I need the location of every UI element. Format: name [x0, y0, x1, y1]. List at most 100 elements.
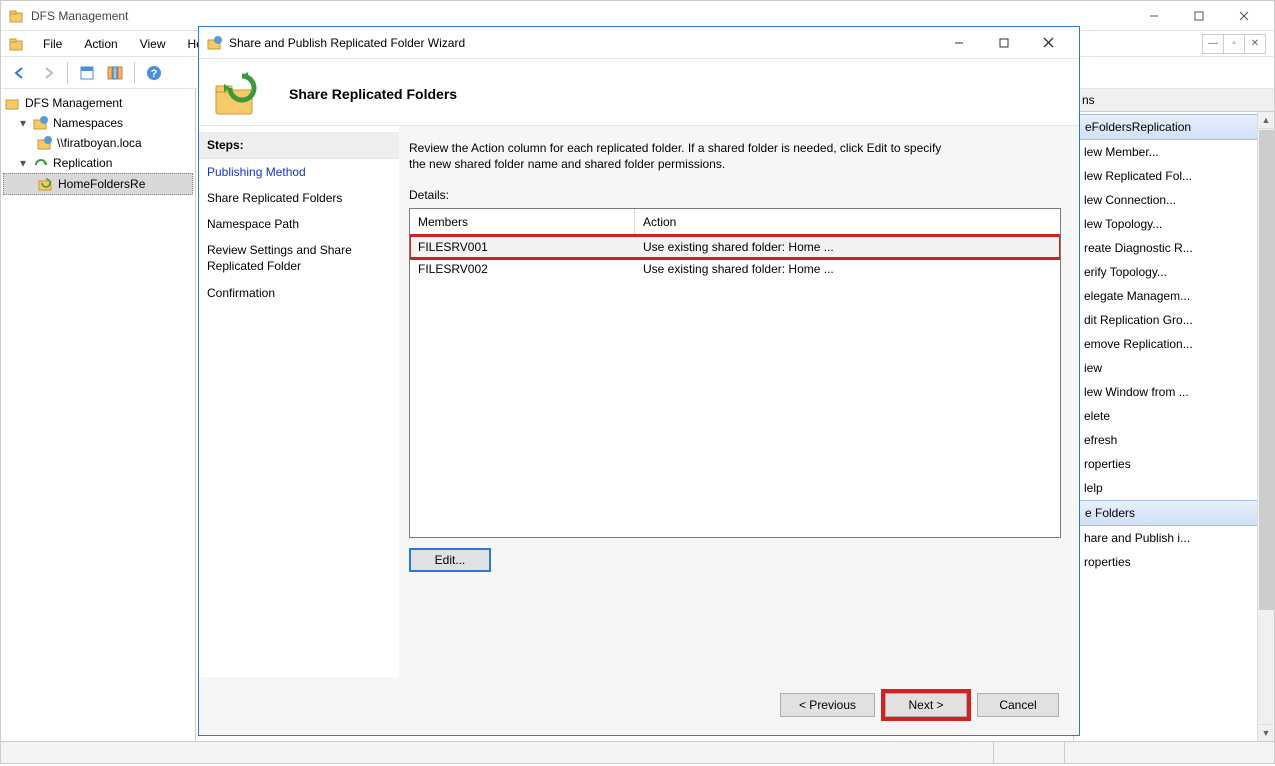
mdi-close[interactable]: ✕: [1244, 34, 1266, 54]
actions-header: ns: [1074, 89, 1274, 112]
dfs-icon-small: [9, 36, 25, 52]
action-section-replication[interactable]: eFoldersReplication ▴: [1076, 114, 1272, 140]
wizard-maximize-button[interactable]: [981, 29, 1026, 57]
separator: [134, 62, 135, 84]
caret-down-icon[interactable]: ▾: [17, 156, 29, 170]
action-properties-2[interactable]: roperties: [1076, 550, 1272, 574]
action-verify-topology[interactable]: erify Topology...: [1076, 260, 1272, 284]
columns-icon[interactable]: [102, 61, 128, 85]
edit-button[interactable]: Edit...: [409, 548, 491, 572]
action-delegate-management[interactable]: elegate Managem...: [1076, 284, 1272, 308]
tree-replication-item-label: HomeFoldersRe: [58, 177, 145, 191]
wizard-heading: Share Replicated Folders: [289, 86, 457, 102]
actions-pane: ns eFoldersReplication ▴ lew Member... l…: [1074, 89, 1274, 741]
help-icon[interactable]: ?: [141, 61, 167, 85]
tree-pane[interactable]: DFS Management ▾ Namespaces \\firatboyan…: [1, 89, 196, 741]
action-section2-label: e Folders: [1085, 506, 1135, 520]
step-namespace-path[interactable]: Namespace Path: [199, 211, 399, 237]
forward-button[interactable]: [35, 61, 61, 85]
cell-action: Use existing shared folder: Home ...: [635, 236, 1060, 258]
cell-member: FILESRV001: [410, 236, 635, 258]
maximize-button[interactable]: [1176, 2, 1221, 30]
col-action[interactable]: Action: [635, 209, 1060, 235]
tree-namespace-item[interactable]: \\firatboyan.loca: [3, 133, 193, 153]
action-create-diagnostic[interactable]: reate Diagnostic R...: [1076, 236, 1272, 260]
tree-replication[interactable]: ▾ Replication: [3, 153, 193, 173]
mdi-minimize[interactable]: —: [1202, 34, 1224, 54]
scroll-up-icon[interactable]: ▲: [1258, 112, 1274, 129]
wizard-content: Review the Action column for each replic…: [399, 126, 1079, 677]
wizard-icon: [207, 35, 223, 51]
tree-root[interactable]: DFS Management: [3, 93, 193, 113]
tree-root-label: DFS Management: [25, 96, 122, 110]
caret-down-icon[interactable]: ▾: [17, 116, 29, 130]
action-new-member[interactable]: lew Member...: [1076, 140, 1272, 164]
wizard-buttons: < Previous Next > Cancel: [199, 677, 1079, 735]
previous-button[interactable]: < Previous: [780, 693, 875, 717]
tree-replication-label: Replication: [53, 156, 112, 170]
action-new-window[interactable]: lew Window from ...: [1076, 380, 1272, 404]
tree-namespaces[interactable]: ▾ Namespaces: [3, 113, 193, 133]
properties-icon[interactable]: [74, 61, 100, 85]
cell-member: FILESRV002: [410, 258, 635, 280]
wizard-steps: Steps: Publishing Method Share Replicate…: [199, 126, 399, 677]
cancel-button[interactable]: Cancel: [977, 693, 1059, 717]
scroll-down-icon[interactable]: ▼: [1258, 724, 1274, 741]
step-publishing-method[interactable]: Publishing Method: [199, 159, 399, 185]
dfs-icon: [9, 8, 25, 24]
wizard-body: Steps: Publishing Method Share Replicate…: [199, 126, 1079, 677]
cell-action: Use existing shared folder: Home ...: [635, 258, 1060, 280]
action-share-publish[interactable]: hare and Publish i...: [1076, 526, 1272, 550]
action-edit-replication-group[interactable]: dit Replication Gro...: [1076, 308, 1272, 332]
wizard-header: Share Replicated Folders: [199, 59, 1079, 126]
action-refresh[interactable]: efresh: [1076, 428, 1272, 452]
mdi-restore[interactable]: ▫: [1223, 34, 1245, 54]
action-help[interactable]: lelp: [1076, 476, 1272, 500]
tree-namespaces-label: Namespaces: [53, 116, 123, 130]
menu-view[interactable]: View: [130, 35, 176, 53]
table-row[interactable]: FILESRV001 Use existing shared folder: H…: [410, 236, 1060, 258]
svg-text:?: ?: [151, 68, 158, 80]
action-delete[interactable]: elete: [1076, 404, 1272, 428]
step-review-settings[interactable]: Review Settings and Share Replicated Fol…: [199, 237, 399, 280]
steps-label: Steps:: [199, 132, 399, 159]
table-row[interactable]: FILESRV002 Use existing shared folder: H…: [410, 258, 1060, 280]
scroll-thumb[interactable]: [1259, 130, 1274, 610]
window-controls: [1131, 2, 1266, 30]
close-button[interactable]: [1221, 2, 1266, 30]
action-section-label: eFoldersReplication: [1085, 120, 1191, 134]
status-bar: [1, 741, 1274, 763]
step-confirmation[interactable]: Confirmation: [199, 280, 399, 306]
table-header: Members Action: [410, 209, 1060, 236]
back-button[interactable]: [7, 61, 33, 85]
action-new-topology[interactable]: lew Topology...: [1076, 212, 1272, 236]
action-view[interactable]: iew ▸: [1076, 356, 1272, 380]
action-new-replicated-folder[interactable]: lew Replicated Fol...: [1076, 164, 1272, 188]
wizard-title: Share and Publish Replicated Folder Wiza…: [229, 36, 936, 50]
wizard-instruction: Review the Action column for each replic…: [409, 140, 949, 172]
details-label: Details:: [409, 188, 1061, 202]
main-title: DFS Management: [31, 9, 1131, 23]
menu-file[interactable]: File: [33, 35, 72, 53]
actions-scrollbar[interactable]: ▲ ▼: [1257, 112, 1274, 741]
action-section-folders[interactable]: e Folders ▴: [1076, 500, 1272, 526]
menu-action[interactable]: Action: [74, 35, 127, 53]
wizard-window-controls: [936, 29, 1071, 57]
mdi-controls: — ▫ ✕: [1203, 34, 1266, 54]
edit-row: Edit...: [409, 548, 1061, 572]
actions-list: eFoldersReplication ▴ lew Member... lew …: [1074, 112, 1274, 576]
next-button[interactable]: Next >: [885, 693, 967, 717]
wizard-titlebar: Share and Publish Replicated Folder Wiza…: [199, 27, 1079, 59]
step-share-replicated[interactable]: Share Replicated Folders: [199, 185, 399, 211]
action-new-connection[interactable]: lew Connection...: [1076, 188, 1272, 212]
wizard-minimize-button[interactable]: [936, 29, 981, 57]
separator: [67, 62, 68, 84]
action-properties[interactable]: roperties: [1076, 452, 1272, 476]
wizard-close-button[interactable]: [1026, 29, 1071, 57]
wizard-dialog: Share and Publish Replicated Folder Wiza…: [198, 26, 1080, 736]
col-members[interactable]: Members: [410, 209, 635, 235]
action-remove-replication[interactable]: emove Replication...: [1076, 332, 1272, 356]
tree-replication-item[interactable]: HomeFoldersRe: [3, 173, 193, 195]
minimize-button[interactable]: [1131, 2, 1176, 30]
wizard-big-icon: [211, 69, 271, 119]
